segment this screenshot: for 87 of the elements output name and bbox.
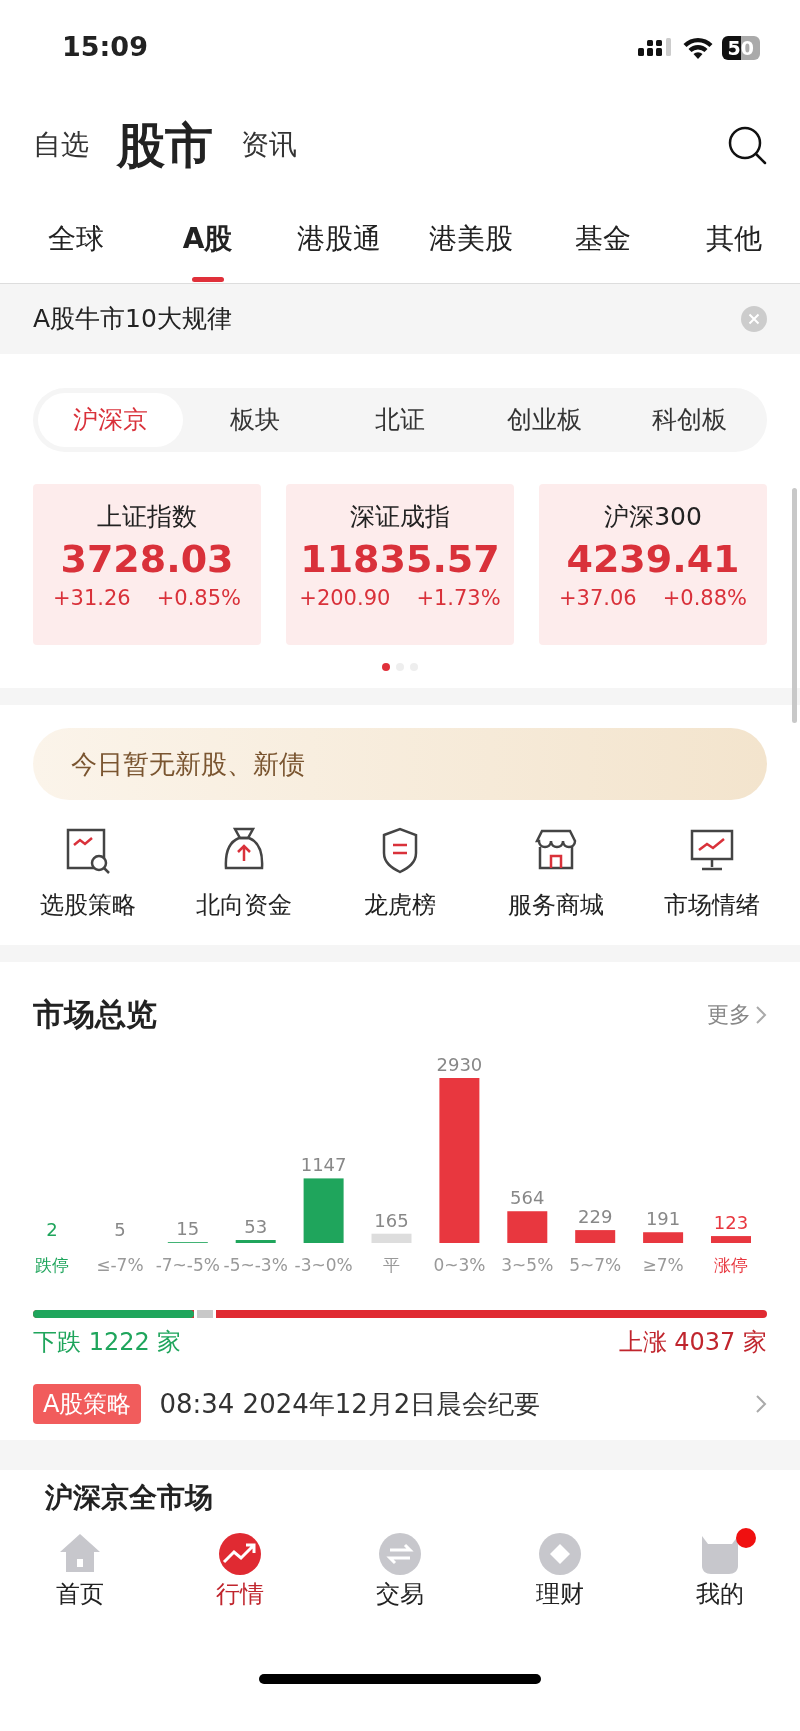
nav-tab[interactable]: 交易 bbox=[320, 1532, 480, 1612]
section-title: 市场总览 bbox=[33, 995, 157, 1035]
shortcut-label[interactable]: 龙虎榜 bbox=[364, 887, 436, 923]
shortcut-label[interactable]: 市场情绪 bbox=[664, 887, 760, 923]
strategy-tag: A股策略 bbox=[33, 1384, 142, 1424]
shortcut-label[interactable]: 北向资金 bbox=[196, 887, 292, 923]
segment-tab[interactable]: 北证 bbox=[327, 393, 473, 447]
index-card[interactable]: 沪深300 4239.41 +37.06 +0.88% bbox=[539, 484, 767, 645]
category-label: ≤-7% bbox=[96, 1255, 144, 1275]
battery-level: 50 bbox=[721, 35, 760, 60]
bar-value: 15 bbox=[176, 1218, 200, 1240]
bar-value: 1147 bbox=[300, 1154, 347, 1176]
bar-value: 5 bbox=[114, 1218, 126, 1240]
bar-value: 123 bbox=[713, 1212, 749, 1234]
header-tab[interactable]: 自选 bbox=[33, 124, 89, 166]
exchange-icon bbox=[378, 1532, 422, 1576]
bar bbox=[643, 1232, 684, 1243]
segment-tab[interactable]: 板块 bbox=[182, 393, 328, 447]
market-tab[interactable]: 其他 bbox=[668, 194, 800, 284]
decline-count: 下跌 1222 家 bbox=[33, 1327, 182, 1358]
flat-segment bbox=[197, 1310, 214, 1318]
shortcut-label[interactable]: 选股策略 bbox=[40, 887, 136, 923]
bar-value: 564 bbox=[510, 1187, 545, 1209]
market-tab[interactable]: 港股通 bbox=[273, 194, 405, 284]
market-tab[interactable]: 全球 bbox=[10, 194, 142, 284]
banner-text: 今日暂无新股、新债 bbox=[71, 747, 305, 781]
search-icon[interactable] bbox=[727, 125, 767, 165]
category-label: ≥7% bbox=[642, 1255, 684, 1275]
category-label: 5~7% bbox=[569, 1255, 622, 1275]
category-label: 0~3% bbox=[433, 1255, 486, 1275]
index-value: 11835.57 bbox=[299, 535, 501, 583]
category-label: 涨停 bbox=[714, 1255, 748, 1275]
bar bbox=[507, 1211, 548, 1243]
index-card[interactable]: 深证成指 11835.57 +200.90 +1.73% bbox=[286, 484, 514, 645]
index-percent: +1.73% bbox=[416, 585, 501, 612]
section-title: 沪深京全市场 bbox=[45, 1480, 213, 1516]
header-tab[interactable]: 股市 bbox=[117, 109, 213, 181]
segment-tab[interactable]: 沪深京 bbox=[38, 393, 183, 447]
category-label: 跌停 bbox=[35, 1255, 69, 1275]
bar bbox=[575, 1230, 616, 1243]
market-tab[interactable]: 基金 bbox=[536, 194, 669, 284]
bar bbox=[235, 1240, 276, 1243]
bar-value: 165 bbox=[374, 1209, 409, 1231]
trend-icon bbox=[218, 1532, 262, 1576]
nav-tab[interactable]: 我的 bbox=[640, 1532, 800, 1612]
bar-value: 191 bbox=[645, 1208, 681, 1230]
news-headline[interactable]: 08:34 2024年12月2日晨会纪要 bbox=[159, 1384, 755, 1424]
category-label: -5~-3% bbox=[223, 1255, 288, 1275]
index-name: 沪深300 bbox=[603, 501, 703, 533]
index-card[interactable]: 上证指数 3728.03 +31.26 +0.85% bbox=[33, 484, 261, 645]
bar bbox=[303, 1178, 344, 1243]
index-change: +37.06 bbox=[559, 585, 637, 612]
bar-value: 53 bbox=[244, 1216, 268, 1237]
bar-value: 2 bbox=[46, 1218, 58, 1240]
ipo-banner[interactable]: 今日暂无新股、新债 bbox=[33, 728, 767, 800]
header-tab[interactable]: 资讯 bbox=[241, 124, 297, 166]
market-tab[interactable]: 港美股 bbox=[405, 194, 537, 284]
index-change: +200.90 bbox=[299, 585, 391, 612]
segment-tab[interactable]: 科创板 bbox=[617, 393, 762, 447]
bar-value: 229 bbox=[578, 1206, 613, 1228]
signal-icon bbox=[637, 37, 674, 58]
shortcut-label[interactable]: 服务商城 bbox=[508, 887, 604, 923]
chevron-icon bbox=[755, 1004, 767, 1025]
category-label: -3~0% bbox=[294, 1255, 353, 1275]
index-change: +31.26 bbox=[53, 585, 131, 612]
index-value: 4239.41 bbox=[565, 535, 741, 583]
index-percent: +0.88% bbox=[662, 585, 747, 612]
segment-tab[interactable]: 创业板 bbox=[472, 393, 618, 447]
notice-text[interactable]: A股牛市10大规律 bbox=[33, 300, 232, 338]
nav-tab[interactable]: 行情 bbox=[160, 1532, 320, 1612]
category-label: 平 bbox=[383, 1255, 400, 1275]
advance-count: 上涨 4037 家 bbox=[618, 1327, 767, 1358]
nav-tab[interactable]: 理财 bbox=[480, 1532, 640, 1612]
bar bbox=[371, 1233, 412, 1243]
index-value: 3728.03 bbox=[59, 535, 235, 583]
bar-value: 2930 bbox=[436, 1054, 483, 1075]
status-time: 15:09 bbox=[62, 30, 148, 65]
market-tab[interactable]: A股 bbox=[141, 194, 274, 284]
index-name: 上证指数 bbox=[96, 501, 198, 533]
category-label: -7~-5% bbox=[155, 1255, 220, 1275]
nav-tab[interactable]: 首页 bbox=[0, 1532, 160, 1612]
index-percent: +0.85% bbox=[156, 585, 241, 612]
more-link[interactable]: 更多 bbox=[707, 998, 767, 1031]
wifi-icon bbox=[681, 36, 714, 59]
category-label: 3~5% bbox=[501, 1255, 554, 1275]
index-name: 深证成指 bbox=[349, 501, 451, 533]
bar bbox=[711, 1236, 751, 1243]
